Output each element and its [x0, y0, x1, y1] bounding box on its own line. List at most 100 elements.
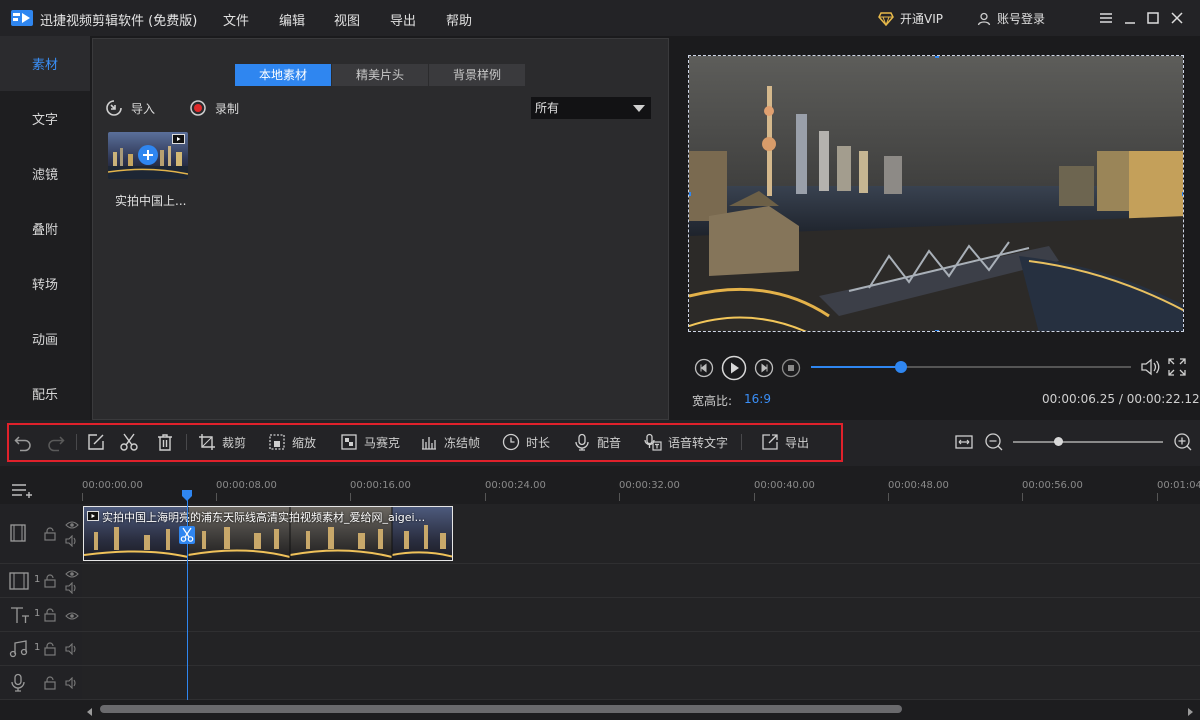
import-button[interactable]: 导入 — [105, 99, 155, 117]
music-track-header: 1 — [0, 632, 82, 666]
duration-button[interactable]: 时长 — [502, 432, 550, 452]
scroll-left-icon[interactable] — [86, 705, 94, 716]
lock-icon[interactable] — [44, 574, 56, 588]
fit-timeline-icon[interactable] — [954, 432, 974, 452]
export-label: 导出 — [785, 435, 810, 450]
export-button[interactable]: 导出 — [761, 432, 809, 452]
speaker-icon[interactable] — [65, 677, 79, 689]
sidebar-item-animation[interactable]: 动画 — [0, 311, 90, 366]
menu-help[interactable]: 帮助 — [446, 10, 472, 29]
edit-icon[interactable] — [86, 432, 106, 452]
text-track-header: 1 — [0, 598, 82, 632]
eye-icon[interactable] — [65, 569, 79, 579]
record-button[interactable]: 录制 — [189, 99, 239, 117]
menu-file[interactable]: 文件 — [223, 10, 249, 29]
video-preview[interactable] — [688, 55, 1184, 332]
record-label: 录制 — [215, 101, 240, 116]
lock-icon[interactable] — [44, 676, 56, 690]
ruler-tick — [888, 493, 889, 501]
split-scissors-icon[interactable] — [119, 432, 139, 452]
toolbar-divider — [76, 434, 77, 450]
minimize-icon[interactable] — [1120, 8, 1140, 28]
redo-icon[interactable] — [46, 432, 66, 452]
menu-edit[interactable]: 编辑 — [279, 10, 305, 29]
menu-view[interactable]: 视图 — [334, 10, 360, 29]
play-icon[interactable] — [721, 355, 747, 381]
eye-icon[interactable] — [65, 611, 79, 621]
ruler-tick — [1157, 493, 1158, 501]
pip-track-header: 1 — [0, 564, 82, 598]
aspect-ratio-value[interactable]: 16:9 — [744, 392, 771, 406]
add-track-icon[interactable] — [10, 480, 34, 500]
next-frame-icon[interactable] — [754, 358, 774, 378]
crop-button[interactable]: 裁剪 — [198, 432, 246, 452]
zoom-out-icon[interactable] — [984, 432, 1004, 452]
app-logo-icon — [10, 8, 34, 28]
dub-button[interactable]: 配音 — [573, 432, 621, 452]
media-item-thumbnail[interactable] — [108, 132, 188, 179]
lock-icon[interactable] — [44, 608, 56, 622]
login-button[interactable]: 账号登录 — [977, 10, 1045, 27]
zoom-button[interactable]: 缩放 — [268, 432, 316, 452]
import-icon — [106, 100, 122, 116]
split-scissors-icon[interactable] — [179, 526, 195, 544]
time-separator: / — [1118, 392, 1123, 406]
timeline-zoom-slider[interactable] — [1013, 441, 1163, 443]
media-filter-select[interactable]: 所有 — [531, 97, 651, 119]
speaker-icon[interactable] — [65, 643, 79, 655]
sidebar-item-text[interactable]: 文字 — [0, 91, 90, 146]
pip-track-row — [82, 564, 1200, 598]
media-item-label: 实拍中国上... — [115, 194, 187, 208]
vip-button[interactable]: 开通VIP — [878, 10, 943, 27]
zoom-in-icon[interactable] — [1173, 432, 1193, 452]
ruler-tick — [82, 493, 83, 501]
user-icon — [977, 12, 991, 25]
tab-local-media[interactable]: 本地素材 — [235, 64, 331, 86]
video-track-header — [0, 504, 82, 564]
menu-export[interactable]: 导出 — [390, 10, 416, 29]
speaker-icon[interactable] — [65, 582, 79, 594]
lock-icon[interactable] — [44, 642, 56, 656]
film-icon — [10, 524, 26, 542]
total-time: 00:00:22.12 — [1126, 392, 1200, 406]
close-icon[interactable] — [1167, 8, 1187, 28]
tab-intros[interactable]: 精美片头 — [332, 64, 428, 86]
stop-icon[interactable] — [781, 358, 801, 378]
volume-icon[interactable] — [1140, 357, 1162, 377]
freeze-frame-button[interactable]: 冻结帧 — [420, 432, 480, 452]
lock-icon[interactable] — [44, 527, 56, 541]
fullscreen-icon[interactable] — [1167, 357, 1187, 377]
sidebar-item-media[interactable]: 素材 — [0, 36, 90, 91]
speech-to-text-label: 语音转文字 — [668, 435, 729, 450]
add-circle-icon[interactable] — [137, 144, 159, 166]
delete-trash-icon[interactable] — [155, 432, 175, 452]
previous-frame-icon[interactable] — [694, 358, 714, 378]
video-type-icon — [87, 511, 99, 521]
vip-label: 开通VIP — [900, 12, 943, 26]
sidebar-item-overlay[interactable]: 叠附 — [0, 201, 90, 256]
timeline-scroll-thumb[interactable] — [100, 705, 902, 713]
playback-progress-fill — [811, 366, 901, 368]
undo-icon[interactable] — [13, 432, 33, 452]
sidebar-item-music[interactable]: 配乐 — [0, 366, 90, 421]
sidebar-item-filter[interactable]: 滤镜 — [0, 146, 90, 201]
text-track-row — [82, 598, 1200, 632]
mosaic-button[interactable]: 马赛克 — [340, 432, 400, 452]
sidebar-item-transition[interactable]: 转场 — [0, 256, 90, 311]
speaker-icon[interactable] — [65, 535, 79, 547]
menu-hamburger-icon[interactable] — [1096, 8, 1116, 28]
video-clip[interactable]: 实拍中国上海明亮的浦东天际线高清实拍视频素材_爱给网_aigei... — [83, 506, 453, 561]
track-number: 1 — [34, 642, 41, 653]
tab-backgrounds[interactable]: 背景样例 — [429, 64, 525, 86]
maximize-icon[interactable] — [1143, 8, 1163, 28]
playback-progress-handle[interactable] — [894, 361, 907, 373]
timeline-zoom-handle[interactable] — [1054, 437, 1063, 446]
eye-icon[interactable] — [65, 520, 79, 530]
scroll-right-icon[interactable] — [1186, 705, 1194, 716]
freeze-frame-label: 冻结帧 — [444, 435, 481, 450]
app-window: 迅捷视频剪辑软件 (免费版) 文件 编辑 视图 导出 帮助 开通VIP 账号登录… — [0, 0, 1200, 720]
voice-track-header — [0, 666, 82, 700]
playhead-handle[interactable] — [181, 490, 193, 502]
speech-to-text-button[interactable]: 语音转文字 — [644, 432, 728, 452]
zoom-frame-icon — [269, 434, 285, 450]
